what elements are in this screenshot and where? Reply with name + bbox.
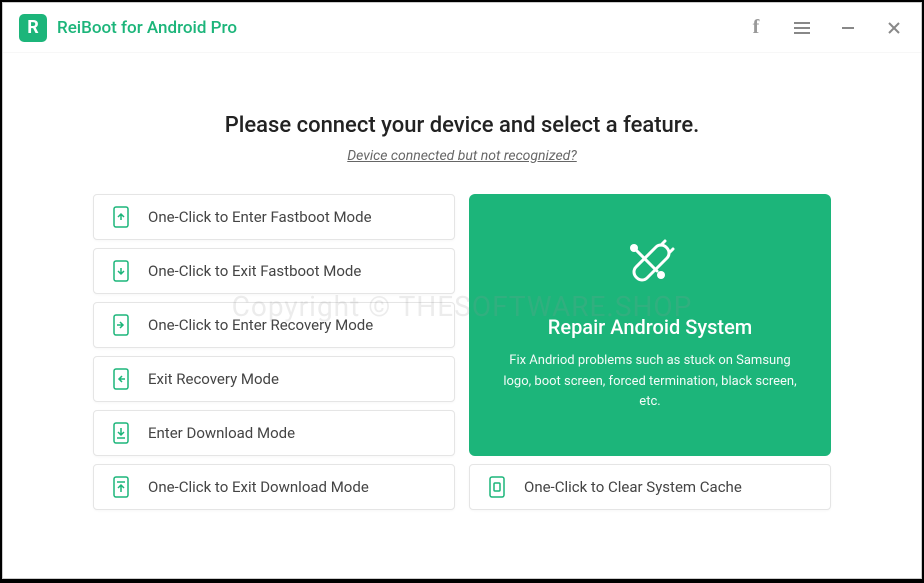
facebook-icon: f [753, 16, 760, 39]
option-label: One-Click to Enter Recovery Mode [148, 316, 373, 334]
exit-recovery-button[interactable]: Exit Recovery Mode [93, 356, 455, 402]
repair-card-description: Fix Andriod problems such as stuck on Sa… [499, 351, 801, 413]
right-column: Repair Android System Fix Andriod proble… [469, 194, 831, 510]
app-logo: R [19, 14, 47, 42]
app-title: ReiBoot for Android Pro [57, 18, 237, 38]
option-label: Enter Download Mode [148, 424, 295, 442]
clear-cache-icon [486, 476, 508, 498]
enter-download-button[interactable]: Enter Download Mode [93, 410, 455, 456]
minimize-icon [840, 20, 856, 36]
titlebar-left: R ReiBoot for Android Pro [19, 14, 237, 42]
repair-android-card[interactable]: Repair Android System Fix Andriod proble… [469, 194, 831, 456]
minimize-button[interactable] [837, 17, 859, 39]
feature-grid: One-Click to Enter Fastboot Mode One-Cli… [93, 194, 831, 510]
close-button[interactable] [883, 17, 905, 39]
exit-download-button[interactable]: One-Click to Exit Download Mode [93, 464, 455, 510]
phone-in-icon [110, 314, 132, 336]
option-label: Exit Recovery Mode [148, 370, 279, 388]
option-label: One-Click to Clear System Cache [524, 478, 742, 496]
phone-up-icon [110, 206, 132, 228]
exit-fastboot-button[interactable]: One-Click to Exit Fastboot Mode [93, 248, 455, 294]
upload-icon [110, 476, 132, 498]
app-window: R ReiBoot for Android Pro f [2, 2, 922, 579]
enter-recovery-button[interactable]: One-Click to Enter Recovery Mode [93, 302, 455, 348]
phone-down-icon [110, 260, 132, 282]
tools-icon [623, 237, 677, 295]
clear-cache-button[interactable]: One-Click to Clear System Cache [469, 464, 831, 510]
device-help-link[interactable]: Device connected but not recognized? [347, 148, 577, 164]
page-heading: Please connect your device and select a … [225, 113, 700, 138]
download-icon [110, 422, 132, 444]
titlebar: R ReiBoot for Android Pro f [3, 3, 921, 53]
enter-fastboot-button[interactable]: One-Click to Enter Fastboot Mode [93, 194, 455, 240]
main-content: Please connect your device and select a … [3, 53, 921, 578]
left-column: One-Click to Enter Fastboot Mode One-Cli… [93, 194, 455, 510]
option-label: One-Click to Exit Fastboot Mode [148, 262, 361, 280]
menu-button[interactable] [791, 17, 813, 39]
facebook-button[interactable]: f [745, 17, 767, 39]
option-label: One-Click to Exit Download Mode [148, 478, 369, 496]
option-label: One-Click to Enter Fastboot Mode [148, 208, 372, 226]
phone-out-icon [110, 368, 132, 390]
close-icon [886, 20, 902, 36]
hamburger-icon [793, 21, 811, 35]
repair-card-title: Repair Android System [548, 315, 752, 339]
titlebar-right: f [745, 17, 905, 39]
